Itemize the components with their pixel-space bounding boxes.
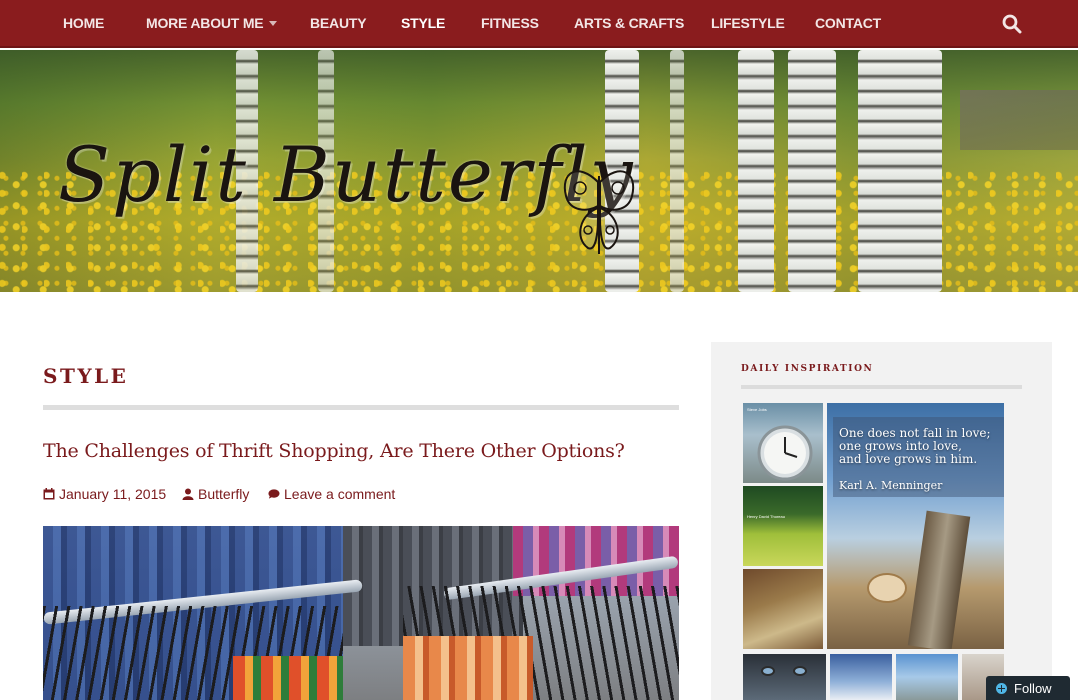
eye-decoration [761, 666, 775, 676]
tree-trunk [788, 50, 836, 292]
plus-icon [996, 683, 1007, 694]
nav-item-beauty[interactable]: BEAUTY [310, 0, 367, 48]
title-divider [43, 405, 679, 410]
inspiration-thumb-eyes[interactable] [743, 654, 826, 700]
inspiration-featured-quote[interactable]: One does not fall in love; one grows int… [827, 403, 1004, 649]
follow-label: Follow [1014, 681, 1052, 696]
nav-item-style[interactable]: STYLE [401, 0, 445, 48]
tree-trunk [738, 50, 774, 292]
butterfly-icon [563, 170, 635, 254]
tree-decoration [907, 510, 971, 649]
follow-button[interactable]: Follow [986, 676, 1070, 700]
calendar-icon [43, 488, 55, 500]
nav-item-contact[interactable]: CONTACT [815, 0, 881, 48]
inspiration-thumb-field[interactable]: Henry David Thoreau [743, 486, 823, 566]
mushroom-decoration [867, 573, 907, 603]
post-date-link[interactable]: January 11, 2015 [43, 486, 166, 502]
nav-item-more-about-me-label: MORE ABOUT ME [146, 15, 264, 31]
post-author-link[interactable]: Butterfly [182, 486, 249, 502]
nav-item-home[interactable]: HOME [63, 0, 104, 48]
inspiration-thumb-clock[interactable]: Steve Jobs [743, 403, 823, 483]
nav-item-lifestyle[interactable]: LIFESTYLE [711, 0, 785, 48]
comments-icon [268, 489, 280, 499]
post-title-link[interactable]: The Challenges of Thrift Shopping, Are T… [43, 440, 625, 462]
top-navigation-bar: HOME MORE ABOUT ME BEAUTY STYLE FITNESS … [0, 0, 1078, 48]
post-featured-image[interactable] [43, 526, 679, 700]
widget-divider [741, 385, 1022, 389]
post-comments: Leave a comment [284, 486, 396, 502]
inspiration-thumb-clouds[interactable] [830, 654, 892, 700]
clothing-rack-orange [233, 656, 343, 700]
post-date: January 11, 2015 [59, 486, 167, 502]
quote-line: and love grows in him. [839, 452, 978, 466]
chevron-down-icon [269, 21, 278, 26]
clothing-rack-peach [403, 636, 533, 700]
inspiration-thumb-mountain[interactable] [896, 654, 958, 700]
nav-item-arts-crafts[interactable]: ARTS & CRAFTS [574, 0, 684, 48]
clock-icon [757, 425, 813, 481]
thumb-caption-clock: Steve Jobs [747, 407, 767, 412]
header-banner: Split Butterfly [0, 50, 1078, 292]
nav-item-fitness[interactable]: FITNESS [481, 0, 539, 48]
post-author: Butterfly [198, 486, 250, 502]
path-decoration [960, 90, 1078, 150]
tree-trunk [670, 50, 684, 292]
inspiration-thumb-bridge[interactable] [743, 569, 823, 649]
nav-item-more-about-me[interactable]: MORE ABOUT ME [146, 0, 278, 48]
page-title: STYLE [43, 364, 129, 388]
quote-author: Karl A. Menninger [839, 479, 943, 492]
post-comments-link[interactable]: Leave a comment [268, 486, 395, 502]
user-icon [182, 488, 194, 500]
tree-trunk [858, 50, 942, 292]
site-logo[interactable]: Split Butterfly [58, 130, 635, 219]
thumb-caption-field: Henry David Thoreau [747, 514, 785, 519]
widget-title: DAILY INSPIRATION [741, 364, 874, 374]
quote-text: One does not fall in love; one grows int… [839, 427, 991, 466]
search-icon[interactable] [1002, 14, 1022, 34]
eye-decoration [793, 666, 807, 676]
